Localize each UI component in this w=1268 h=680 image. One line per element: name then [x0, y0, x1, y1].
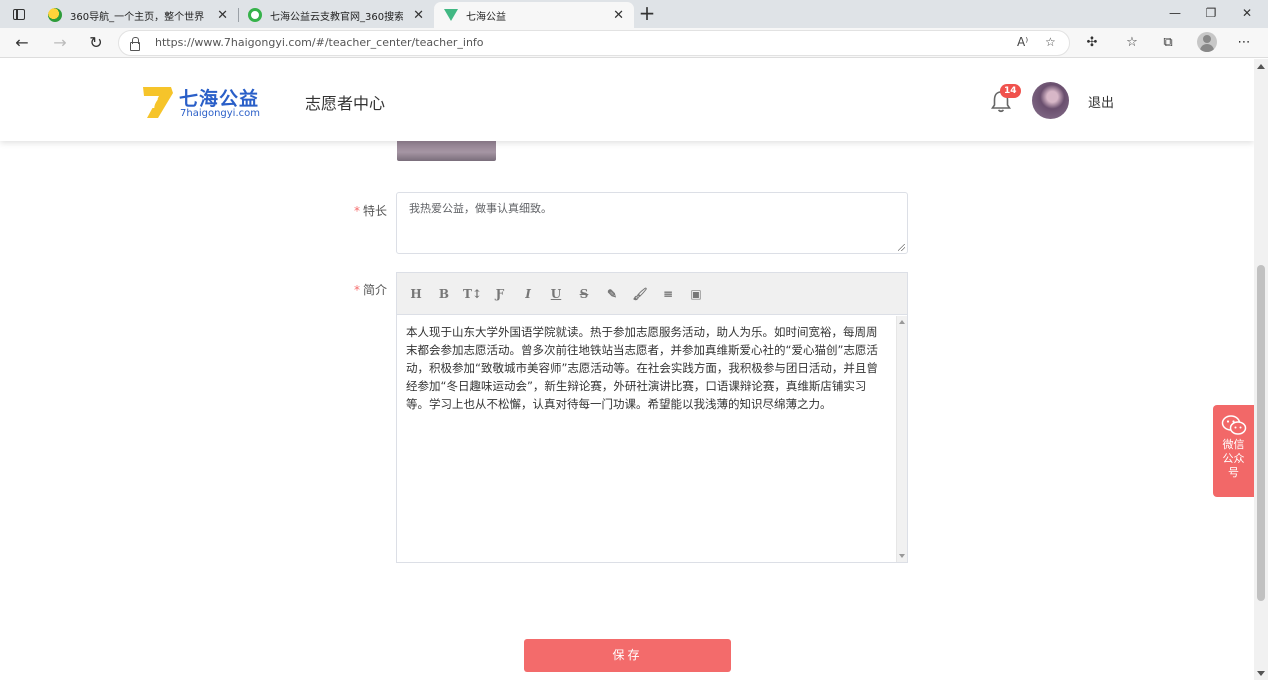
refresh-icon[interactable]: ↻	[84, 32, 108, 54]
scroll-down-icon[interactable]	[899, 554, 905, 558]
browser-tab-360-nav[interactable]: 360导航_一个主页，整个世界 ✕	[38, 2, 239, 28]
lock-icon	[129, 37, 140, 51]
tab-title: 七海公益云支教官网_360搜索	[270, 11, 404, 23]
text-color-icon[interactable]: ✎	[603, 286, 621, 302]
editor-scrollbar[interactable]	[896, 316, 907, 562]
close-window-button[interactable]: ✕	[1232, 3, 1262, 23]
close-icon[interactable]: ✕	[413, 8, 424, 23]
more-menu-icon[interactable]: ⋯	[1234, 33, 1254, 53]
tab-title: 七海公益	[466, 11, 506, 23]
underline-icon[interactable]: U	[547, 286, 565, 302]
wechat-icon	[1221, 415, 1246, 435]
maximize-button[interactable]: ❐	[1196, 3, 1226, 23]
browser-tab-strip: 360导航_一个主页，整个世界 ✕ 七海公益云支教官网_360搜索 ✕ 七海公益…	[0, 0, 1268, 28]
font-family-icon[interactable]: Ƒ	[491, 286, 509, 302]
add-favorite-icon[interactable]: ☆	[1045, 35, 1056, 49]
profile-avatar-icon[interactable]	[1197, 32, 1217, 52]
intro-label: * 简介	[354, 281, 387, 298]
strikethrough-icon[interactable]: S	[575, 286, 593, 302]
wechat-official-account-button[interactable]: 微信公众号	[1213, 405, 1254, 497]
close-icon[interactable]: ✕	[613, 8, 624, 23]
site-header: 7 七海公益 7haigongyi.com 志愿者中心 14 退出	[0, 59, 1254, 141]
notification-badge: 14	[1000, 84, 1021, 98]
page-viewport: 7 七海公益 7haigongyi.com 志愿者中心 14 退出 * 特长 我热…	[0, 59, 1254, 680]
new-tab-button[interactable]: +	[636, 3, 658, 25]
specialty-label: * 特长	[354, 202, 387, 219]
page-scrollbar[interactable]	[1254, 59, 1268, 680]
intro-label-text: 简介	[363, 283, 388, 297]
font-size-icon[interactable]: T↕	[463, 286, 482, 302]
search-favicon-icon	[248, 8, 262, 22]
minimize-button[interactable]: —	[1160, 3, 1190, 23]
intro-editor-content[interactable]: 本人现于山东大学外国语学院就读。热于参加志愿服务活动，助人为乐。如时间宽裕，每周…	[397, 316, 895, 562]
scroll-up-icon[interactable]	[1257, 64, 1265, 69]
intro-rich-text-editor: H B T↕ Ƒ I U S ✎ 🖌 ≡ ▣ 本人现于山东大学外国语学院就读。热…	[396, 272, 908, 563]
address-bar[interactable]: https://www.7haigongyi.com/#/teacher_cen…	[118, 30, 1070, 56]
resize-handle-icon[interactable]	[898, 244, 905, 251]
logo-domain: 7haigongyi.com	[180, 108, 260, 119]
forward-arrow-icon[interactable]: →	[48, 32, 72, 54]
logo-name: 七海公益	[179, 88, 260, 110]
scroll-up-icon[interactable]	[899, 320, 905, 324]
italic-icon[interactable]: I	[519, 286, 537, 302]
360-favicon-icon	[48, 8, 62, 22]
bold-icon[interactable]: B	[435, 286, 453, 302]
user-avatar[interactable]	[1032, 82, 1069, 119]
read-aloud-icon[interactable]: A⁾	[1017, 35, 1028, 49]
profile-photo[interactable]	[397, 139, 496, 161]
collections-icon[interactable]: ⧉	[1158, 33, 1178, 53]
tab-title: 360导航_一个主页，整个世界	[70, 11, 205, 23]
vue-favicon-icon	[444, 9, 458, 21]
browser-tab-360-search[interactable]: 七海公益云支教官网_360搜索 ✕	[238, 2, 435, 28]
site-logo[interactable]: 7 七海公益 7haigongyi.com	[140, 84, 270, 120]
logout-link[interactable]: 退出	[1088, 92, 1114, 111]
close-icon[interactable]: ✕	[217, 8, 228, 23]
save-button[interactable]: 保存	[524, 639, 731, 672]
browser-toolbar: ← → ↻ https://www.7haigongyi.com/#/teach…	[0, 28, 1268, 58]
extensions-icon[interactable]: ✣	[1082, 33, 1102, 53]
favorites-icon[interactable]: ☆	[1122, 33, 1142, 53]
specialty-textarea[interactable]: 我热爱公益，做事认真细致。	[396, 192, 908, 254]
specialty-label-text: 特长	[363, 204, 388, 218]
tab-actions-icon	[13, 8, 25, 20]
required-mark: *	[354, 283, 360, 297]
tab-actions-button[interactable]	[8, 4, 30, 24]
insert-image-icon[interactable]: ▣	[687, 286, 705, 302]
background-color-icon[interactable]: 🖌	[631, 286, 649, 302]
scroll-down-icon[interactable]	[1257, 671, 1265, 676]
wechat-label: 微信公众号	[1222, 438, 1245, 479]
logo-number: 7	[150, 95, 158, 112]
editor-toolbar: H B T↕ Ƒ I U S ✎ 🖌 ≡ ▣	[397, 273, 907, 315]
specialty-value: 我热爱公益，做事认真细致。	[409, 202, 552, 215]
back-arrow-icon[interactable]: ←	[10, 32, 34, 54]
browser-tab-qihai[interactable]: 七海公益 ✕	[434, 2, 634, 28]
logo-seven-icon: 7	[143, 87, 173, 118]
volunteer-center-title[interactable]: 志愿者中心	[305, 90, 385, 114]
scroll-thumb[interactable]	[1257, 265, 1265, 601]
align-icon[interactable]: ≡	[659, 286, 677, 302]
heading-icon[interactable]: H	[407, 286, 425, 302]
url-text: https://www.7haigongyi.com/#/teacher_cen…	[155, 36, 484, 49]
required-mark: *	[354, 204, 360, 218]
